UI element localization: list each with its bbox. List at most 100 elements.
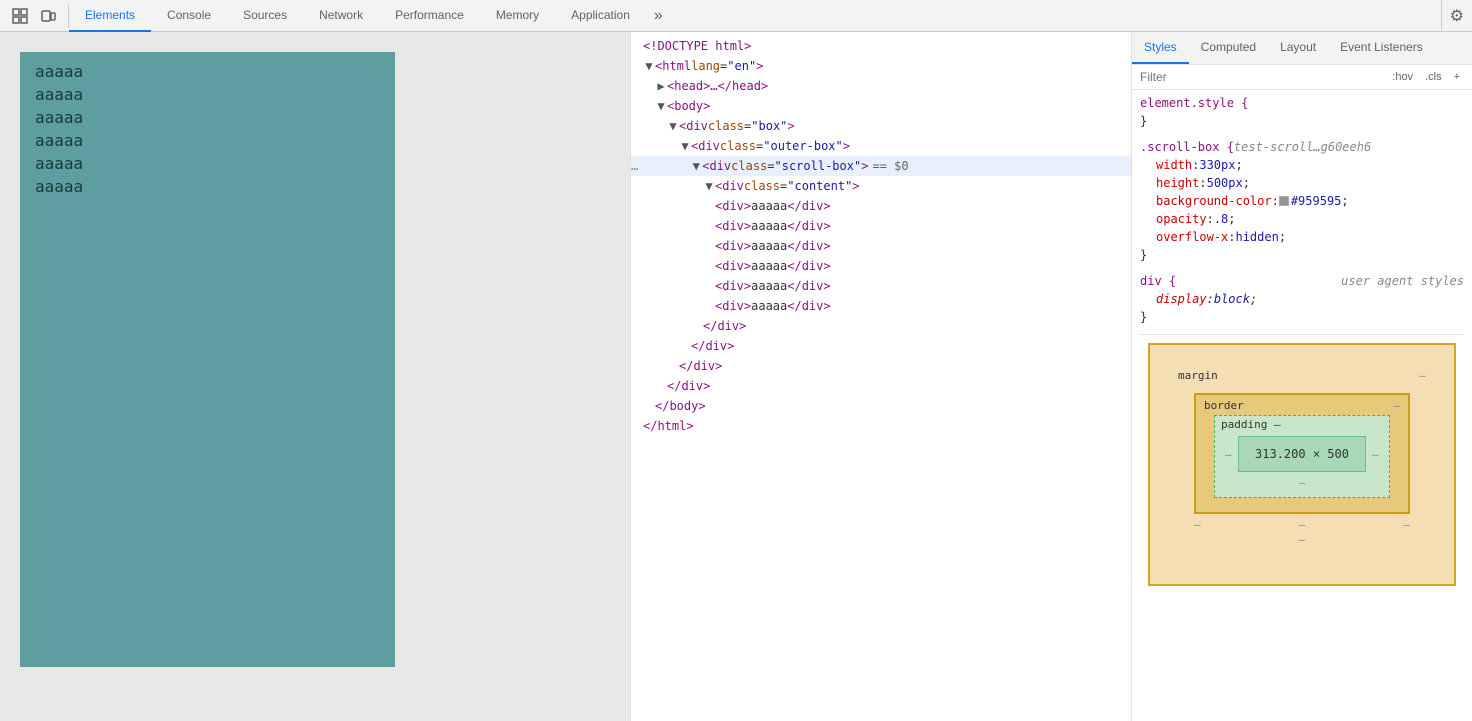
preview-text-2: aaaaa xyxy=(35,85,380,104)
dom-line-div-aaaaa-1[interactable]: <div>aaaaa</div> xyxy=(631,196,1131,216)
dom-line-div-outer-box[interactable]: ▼ <div class="outer-box" > xyxy=(631,136,1131,156)
dom-line-div-aaaaa-6[interactable]: <div>aaaaa</div> xyxy=(631,296,1131,316)
css-prop-display[interactable]: display xyxy=(1156,290,1207,308)
devtools-toolbar: Elements Console Sources Network Perform… xyxy=(0,0,1472,32)
dom-line-close-div-4: </div> xyxy=(631,376,1131,396)
bm-margin-right-dash: – xyxy=(1403,518,1410,531)
dom-line-div-scroll-box[interactable]: … ▼ <div class="scroll-box" > == $0 xyxy=(631,156,1131,176)
css-val-overflow-x[interactable]: hidden xyxy=(1235,228,1278,246)
dom-line-div-content[interactable]: ▼ <div class="content" > xyxy=(631,176,1131,196)
dom-line-close-html: </html> xyxy=(631,416,1131,436)
css-selector-div-ua[interactable]: div { xyxy=(1140,272,1176,290)
add-style-button[interactable]: + xyxy=(1450,69,1464,85)
tab-performance[interactable]: Performance xyxy=(379,0,480,32)
dom-line-div-aaaaa-3[interactable]: <div>aaaaa</div> xyxy=(631,236,1131,256)
bm-right-dash: – xyxy=(1372,448,1379,461)
dom-line-head[interactable]: ▶ <head>…</head> xyxy=(631,76,1131,96)
css-rule-div-ua: div { user agent styles display : block … xyxy=(1140,272,1464,326)
hov-filter-button[interactable]: :hov xyxy=(1388,69,1417,85)
triangle-div-content[interactable]: ▼ xyxy=(703,177,715,195)
triangle-body[interactable]: ▼ xyxy=(655,97,667,115)
dom-line-div-aaaaa-2[interactable]: <div>aaaaa</div> xyxy=(631,216,1131,236)
preview-text-3: aaaaa xyxy=(35,108,380,127)
tab-elements[interactable]: Elements xyxy=(69,0,151,32)
styles-panel: Styles Computed Layout Event Listeners :… xyxy=(1132,32,1472,721)
bm-margin-label: margin xyxy=(1178,369,1218,382)
tab-console[interactable]: Console xyxy=(151,0,227,32)
color-swatch-bg[interactable] xyxy=(1279,196,1289,206)
triangle-div-outer-box[interactable]: ▼ xyxy=(679,137,691,155)
css-prop-opacity[interactable]: opacity xyxy=(1156,210,1207,228)
styles-tabs: Styles Computed Layout Event Listeners xyxy=(1132,32,1472,65)
css-selector-scroll-box[interactable]: .scroll-box { xyxy=(1140,138,1234,156)
settings-button[interactable]: ⚙ xyxy=(1441,0,1472,32)
filter-bar: :hov .cls + xyxy=(1132,65,1472,90)
scroll-box-element: aaaaa aaaaa aaaaa aaaaa aaaaa aaaaa xyxy=(20,52,395,667)
bm-margin-left-dash: – xyxy=(1194,518,1201,531)
ellipsis-scroll-box[interactable]: … xyxy=(631,157,638,175)
selected-marker: == $0 xyxy=(872,157,908,175)
triangle-div-box[interactable]: ▼ xyxy=(667,117,679,135)
css-val-bg-color[interactable]: #959595 xyxy=(1291,192,1342,210)
dom-line-close-div-3: </div> xyxy=(631,356,1131,376)
css-prop-height[interactable]: height xyxy=(1156,174,1199,192)
dom-line-body[interactable]: ▼ <body> xyxy=(631,96,1131,116)
tab-memory[interactable]: Memory xyxy=(480,0,555,32)
preview-panel: aaaaa aaaaa aaaaa aaaaa aaaaa aaaaa xyxy=(0,32,630,721)
bm-border-dash: – xyxy=(1393,399,1400,412)
css-source-div-ua: user agent styles xyxy=(1341,272,1464,290)
tab-event-listeners[interactable]: Event Listeners xyxy=(1328,32,1435,64)
tab-sources[interactable]: Sources xyxy=(227,0,303,32)
devtools-icon-group xyxy=(0,4,69,28)
bm-margin-center-dash: – xyxy=(1299,518,1306,531)
tab-styles[interactable]: Styles xyxy=(1132,32,1189,64)
filter-controls: :hov .cls + xyxy=(1388,69,1464,85)
devtools-tabs: Elements Console Sources Network Perform… xyxy=(69,0,1441,32)
preview-text-5: aaaaa xyxy=(35,154,380,173)
css-prop-bg-color[interactable]: background-color xyxy=(1156,192,1272,210)
device-toggle-icon[interactable] xyxy=(36,4,60,28)
css-source-scroll-box[interactable]: test-scroll…g60eeh6 xyxy=(1234,138,1371,156)
triangle-head[interactable]: ▶ xyxy=(655,77,667,95)
preview-text-4: aaaaa xyxy=(35,131,380,150)
css-val-opacity[interactable]: .8 xyxy=(1214,210,1228,228)
box-model-diagram: margin – border – padding – – xyxy=(1148,343,1456,586)
dom-line-div-aaaaa-5[interactable]: <div>aaaaa</div> xyxy=(631,276,1131,296)
triangle-html[interactable]: ▼ xyxy=(643,57,655,75)
triangle-div-scroll-box[interactable]: ▼ xyxy=(690,157,702,175)
bm-left-dash: – xyxy=(1225,448,1232,461)
css-val-height[interactable]: 500px xyxy=(1207,174,1243,192)
dom-line-div-aaaaa-4[interactable]: <div>aaaaa</div> xyxy=(631,256,1131,276)
dom-line-div-box[interactable]: ▼ <div class="box" > xyxy=(631,116,1131,136)
tab-computed[interactable]: Computed xyxy=(1189,32,1268,64)
bm-border-label: border xyxy=(1204,399,1244,412)
bm-content-box: 313.200 × 500 xyxy=(1238,436,1366,472)
bm-padding-label: padding – xyxy=(1221,418,1281,431)
css-selector-element-style[interactable]: element.style { xyxy=(1140,94,1248,112)
preview-text-6: aaaaa xyxy=(35,177,380,196)
filter-input[interactable] xyxy=(1140,70,1384,84)
tab-network[interactable]: Network xyxy=(303,0,379,32)
tab-layout[interactable]: Layout xyxy=(1268,32,1328,64)
box-model-area: margin – border – padding – – xyxy=(1140,334,1464,594)
css-val-display[interactable]: block xyxy=(1214,290,1250,308)
dom-line-close-div-2: </div> xyxy=(631,336,1131,356)
bm-bottom-padding-dash: – xyxy=(1225,476,1379,489)
css-val-width[interactable]: 330px xyxy=(1199,156,1235,174)
preview-text-1: aaaaa xyxy=(35,62,380,81)
dom-line-html[interactable]: ▼ <html lang="en" > xyxy=(631,56,1131,76)
css-prop-overflow-x[interactable]: overflow-x xyxy=(1156,228,1228,246)
dom-line-close-body: </body> xyxy=(631,396,1131,416)
css-prop-width[interactable]: width xyxy=(1156,156,1192,174)
css-rule-element-style: element.style { } xyxy=(1140,94,1464,130)
css-rules-area: element.style { } .scroll-box { test-scr… xyxy=(1132,90,1472,721)
css-rule-scroll-box: .scroll-box { test-scroll…g60eeh6 width … xyxy=(1140,138,1464,264)
bm-margin-dash-top-right: – xyxy=(1419,369,1426,382)
cls-filter-button[interactable]: .cls xyxy=(1421,69,1446,85)
inspect-icon[interactable] xyxy=(8,4,32,28)
dom-line-doctype: <!DOCTYPE html> xyxy=(631,36,1131,56)
tab-application[interactable]: Application xyxy=(555,0,646,32)
overflow-menu-button[interactable]: » xyxy=(646,0,671,32)
dom-panel: <!DOCTYPE html> ▼ <html lang="en" > ▶ <h… xyxy=(630,32,1132,721)
bm-content-size: 313.200 × 500 xyxy=(1255,447,1349,461)
